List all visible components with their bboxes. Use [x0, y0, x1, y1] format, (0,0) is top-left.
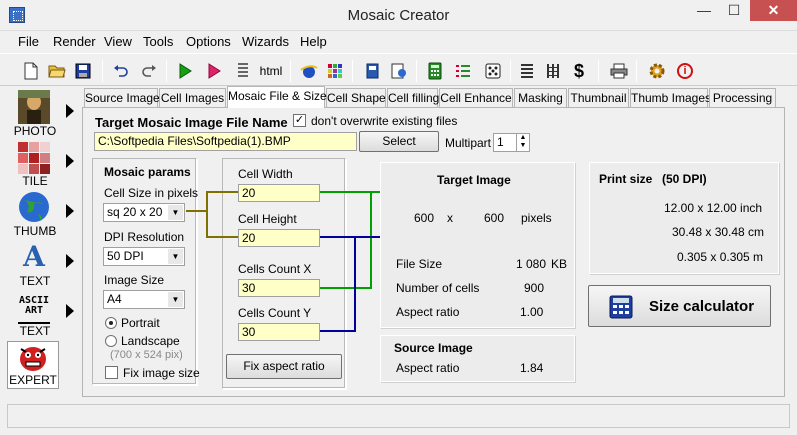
- file-size-unit: KB: [551, 257, 568, 271]
- target-width-value: 600: [414, 211, 435, 225]
- size-calculator-label: Size calculator: [649, 298, 755, 315]
- target-x-separator: x: [447, 211, 453, 225]
- source-image-heading: Source Image: [394, 341, 473, 355]
- calculator-icon: [609, 295, 633, 319]
- file-size-value: 1 080: [516, 257, 547, 271]
- target-aspect-label: Aspect ratio: [396, 305, 460, 319]
- print-size-heading: Print size: [599, 172, 653, 186]
- status-bar: [7, 404, 790, 428]
- file-size-label: File Size: [396, 257, 443, 271]
- target-pixels-unit: pixels: [521, 211, 552, 225]
- target-aspect-value: 1.00: [520, 305, 544, 319]
- target-height-value: 600: [484, 211, 505, 225]
- connector-cell-size: [186, 191, 238, 238]
- target-image-heading: Target Image: [437, 173, 511, 187]
- print-size-cm: 30.48 x 30.48 cm: [672, 225, 765, 239]
- source-aspect-label: Aspect ratio: [396, 361, 460, 375]
- connector-height-count-y: [320, 237, 356, 332]
- connector-width-count-x: [320, 191, 372, 289]
- number-of-cells-label: Number of cells: [396, 281, 480, 295]
- number-of-cells-value: 900: [524, 281, 545, 295]
- print-size-m: 0.305 x 0.305 m: [677, 250, 764, 264]
- print-size-inch: 12.00 x 12.00 inch: [664, 201, 763, 215]
- tab-mosaic-file-size[interactable]: Mosaic File & Size: [227, 86, 327, 108]
- print-size-dpi: (50 DPI): [662, 172, 707, 186]
- source-aspect-value: 1.84: [520, 361, 544, 375]
- size-calculator-button[interactable]: Size calculator: [588, 285, 771, 327]
